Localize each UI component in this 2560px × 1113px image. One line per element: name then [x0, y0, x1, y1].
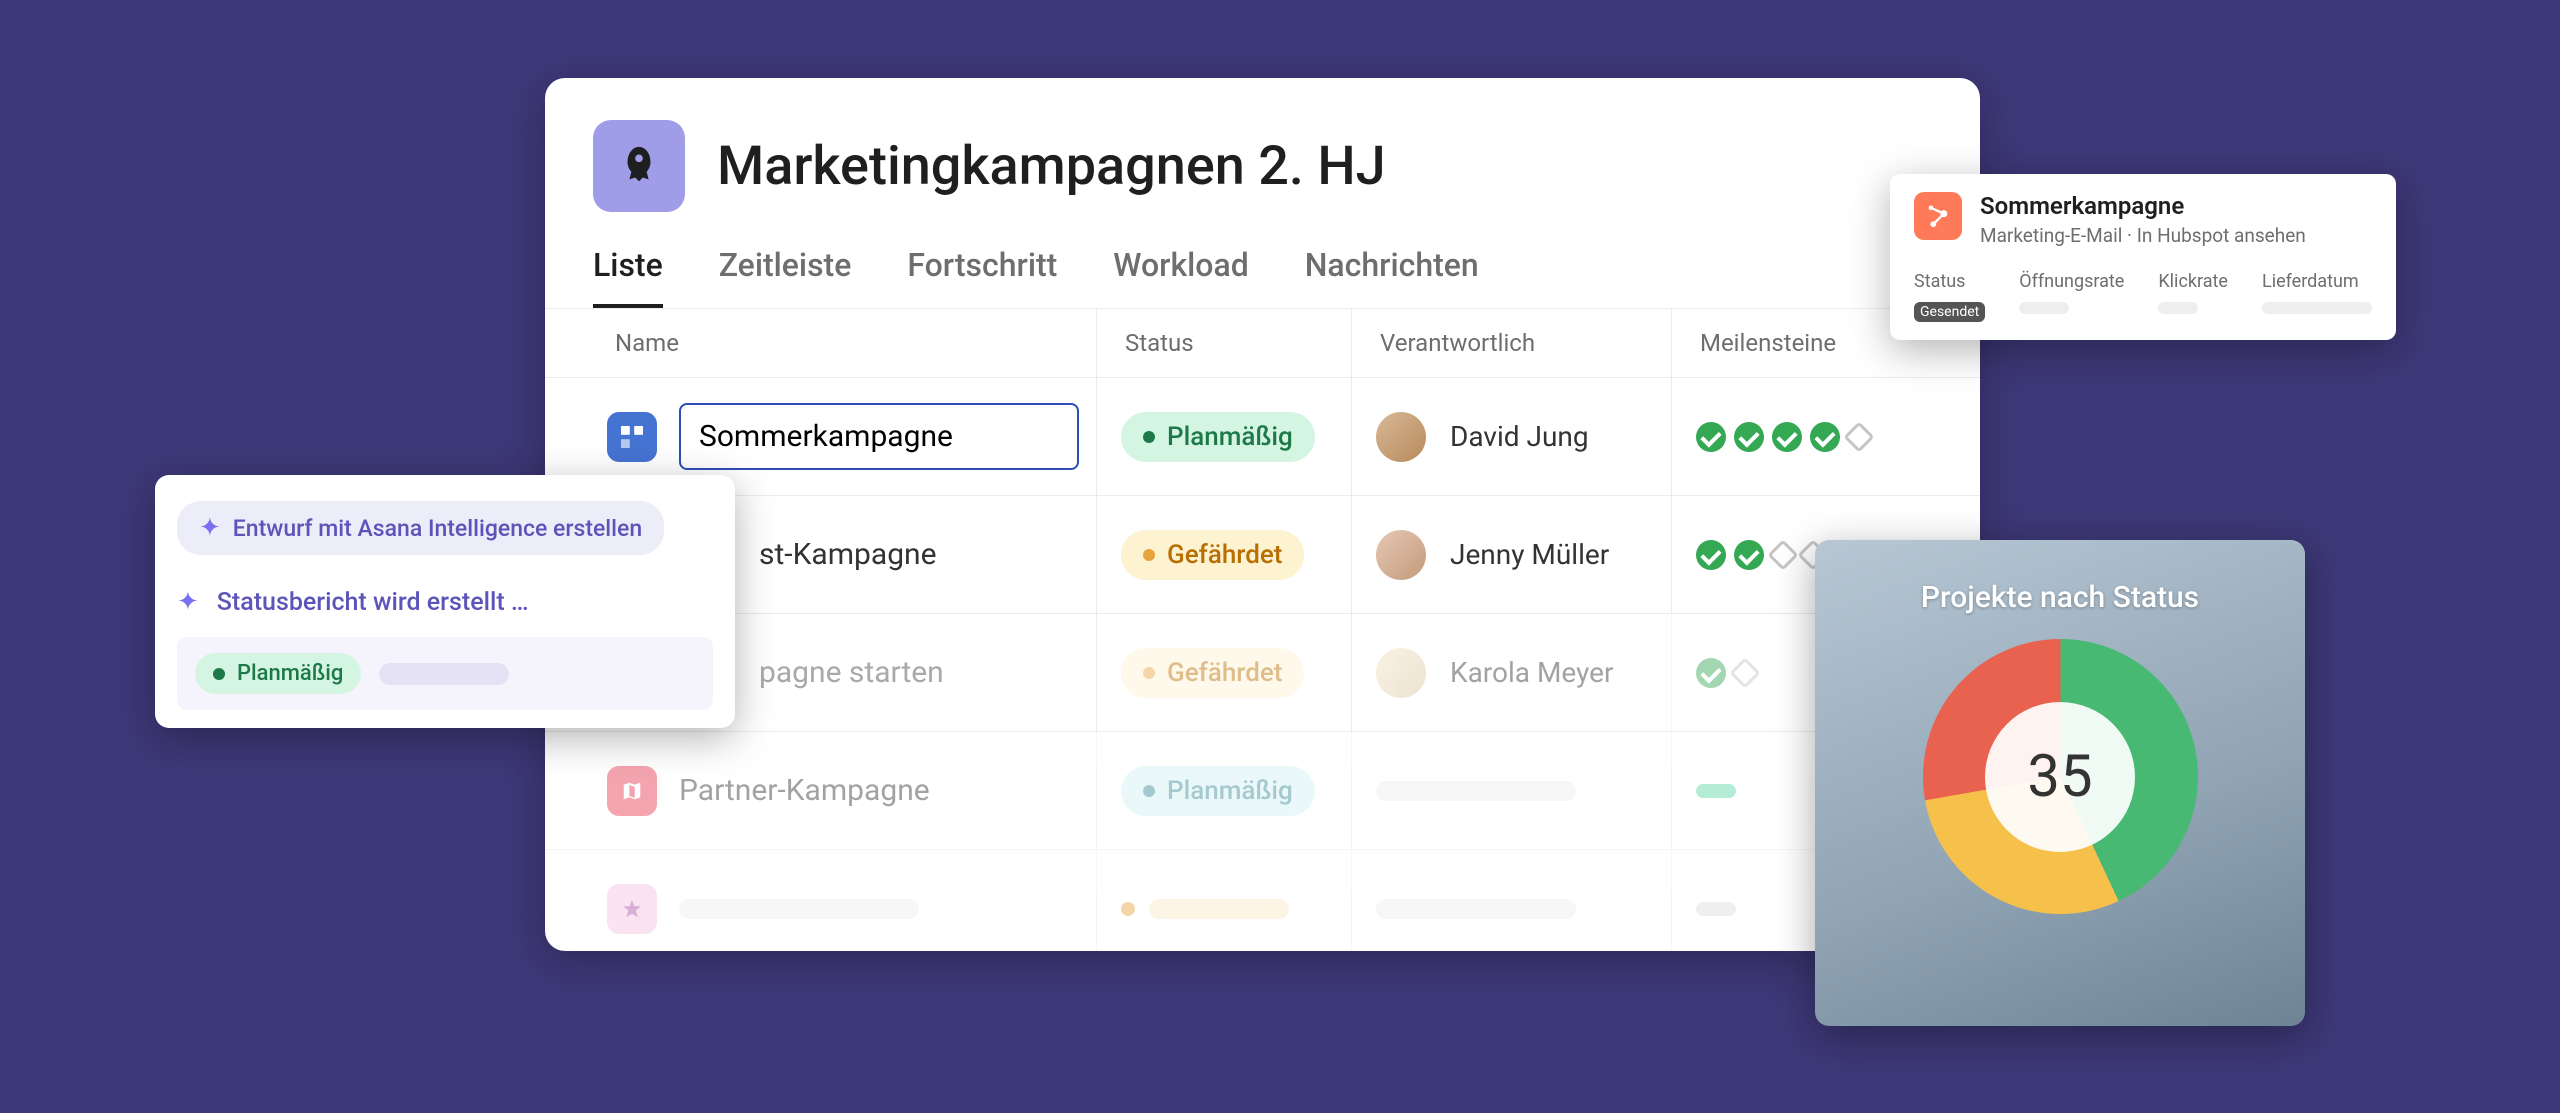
column-headers: Name Status Verantwortlich Meilensteine: [545, 309, 1980, 378]
map-icon: [607, 766, 657, 816]
tab-list[interactable]: Liste: [593, 246, 663, 308]
hubspot-title: Sommerkampagne: [1980, 192, 2306, 220]
table-row[interactable]: [545, 850, 1980, 951]
chart-title: Projekte nach Status: [1921, 580, 2199, 615]
tab-workload[interactable]: Workload: [1113, 246, 1248, 308]
project-board: Marketingkampagnen 2. HJ Liste Zeitleist…: [545, 78, 1980, 951]
col-header-status: Status: [1097, 309, 1352, 377]
table-row[interactable]: Planmäßig David Jung: [545, 378, 1980, 496]
sparkle-icon: ✦: [177, 587, 199, 617]
ai-popup: ✦ Entwurf mit Asana Intelligence erstell…: [155, 475, 735, 728]
ai-result: Planmäßig: [177, 637, 713, 710]
task-name: st-Kampagne: [759, 537, 937, 572]
col-header-owner: Verantwortlich: [1352, 309, 1672, 377]
sparkle-icon: ✦: [199, 513, 221, 543]
milestone-bar: [1696, 902, 1736, 916]
status-label: Planmäßig: [1167, 422, 1293, 452]
table-row[interactable]: pagne starten Gefährdet Karola Meyer: [545, 614, 1980, 732]
hubspot-card[interactable]: Sommerkampagne Marketing-E-Mail · In Hub…: [1890, 174, 2396, 340]
status-badge: Planmäßig: [195, 653, 361, 694]
avatar: [1376, 412, 1426, 462]
project-header: Marketingkampagnen 2. HJ: [545, 78, 1980, 212]
placeholder: [2158, 302, 2198, 314]
tab-timeline[interactable]: Zeitleiste: [719, 246, 852, 308]
placeholder: [1376, 899, 1576, 919]
ai-creating-label: Statusbericht wird erstellt …: [217, 588, 529, 617]
status-label: Planmäßig: [237, 661, 343, 686]
status-label: Planmäßig: [1167, 776, 1293, 806]
placeholder: [1149, 899, 1289, 919]
status-chart-card: Projekte nach Status 35: [1815, 540, 2305, 1026]
status-badge[interactable]: Gefährdet: [1121, 530, 1304, 580]
table-row[interactable]: Partner-Kampagne Planmäßig: [545, 732, 1980, 850]
ai-draft-button[interactable]: ✦ Entwurf mit Asana Intelligence erstell…: [177, 501, 664, 555]
hubspot-col: Klickrate: [2158, 271, 2228, 292]
ai-draft-label: Entwurf mit Asana Intelligence erstellen: [233, 515, 642, 542]
project-title: Marketingkampagnen 2. HJ: [717, 135, 1386, 198]
placeholder: [2262, 302, 2372, 314]
project-tabs: Liste Zeitleiste Fortschritt Workload Na…: [545, 212, 1980, 309]
star-icon: [607, 884, 657, 934]
project-icon: [593, 120, 685, 212]
donut-chart: 35: [1923, 639, 2198, 914]
tab-progress[interactable]: Fortschritt: [907, 246, 1057, 308]
hubspot-col: Status: [1914, 271, 1985, 292]
hubspot-icon: [1914, 192, 1962, 240]
task-name: Partner-Kampagne: [679, 773, 930, 808]
placeholder: [379, 663, 509, 685]
owner-name: Karola Meyer: [1450, 656, 1614, 689]
placeholder: [1376, 781, 1576, 801]
rocket-icon: [616, 143, 662, 189]
status-badge[interactable]: Gefährdet: [1121, 648, 1304, 698]
milestones: [1672, 378, 1922, 495]
placeholder: [2019, 302, 2069, 314]
chart-value: 35: [2027, 743, 2092, 811]
milestone-bar: [1696, 784, 1736, 798]
avatar: [1376, 530, 1426, 580]
table-row[interactable]: st-Kampagne Gefährdet Jenny Müller: [545, 496, 1980, 614]
placeholder: [679, 899, 919, 919]
owner-name: David Jung: [1450, 420, 1589, 453]
hubspot-subtitle: Marketing-E-Mail · In Hubspot ansehen: [1980, 224, 2306, 247]
hubspot-col: Öffnungsrate: [2019, 271, 2124, 292]
hubspot-col: Lieferdatum: [2262, 271, 2372, 292]
col-header-milestones: Meilensteine: [1672, 309, 1922, 377]
status-badge[interactable]: Planmäßig: [1121, 412, 1315, 462]
status-label: Gefährdet: [1167, 540, 1282, 570]
owner-name: Jenny Müller: [1450, 538, 1609, 571]
col-header-name: Name: [545, 309, 1097, 377]
task-name-input[interactable]: [679, 403, 1079, 470]
status-badge[interactable]: Planmäßig: [1121, 766, 1315, 816]
tab-messages[interactable]: Nachrichten: [1305, 246, 1479, 308]
board-icon: [607, 412, 657, 462]
hubspot-status-badge: Gesendet: [1914, 302, 1985, 322]
status-label: Gefährdet: [1167, 658, 1282, 688]
task-name: pagne starten: [759, 655, 944, 690]
avatar: [1376, 648, 1426, 698]
